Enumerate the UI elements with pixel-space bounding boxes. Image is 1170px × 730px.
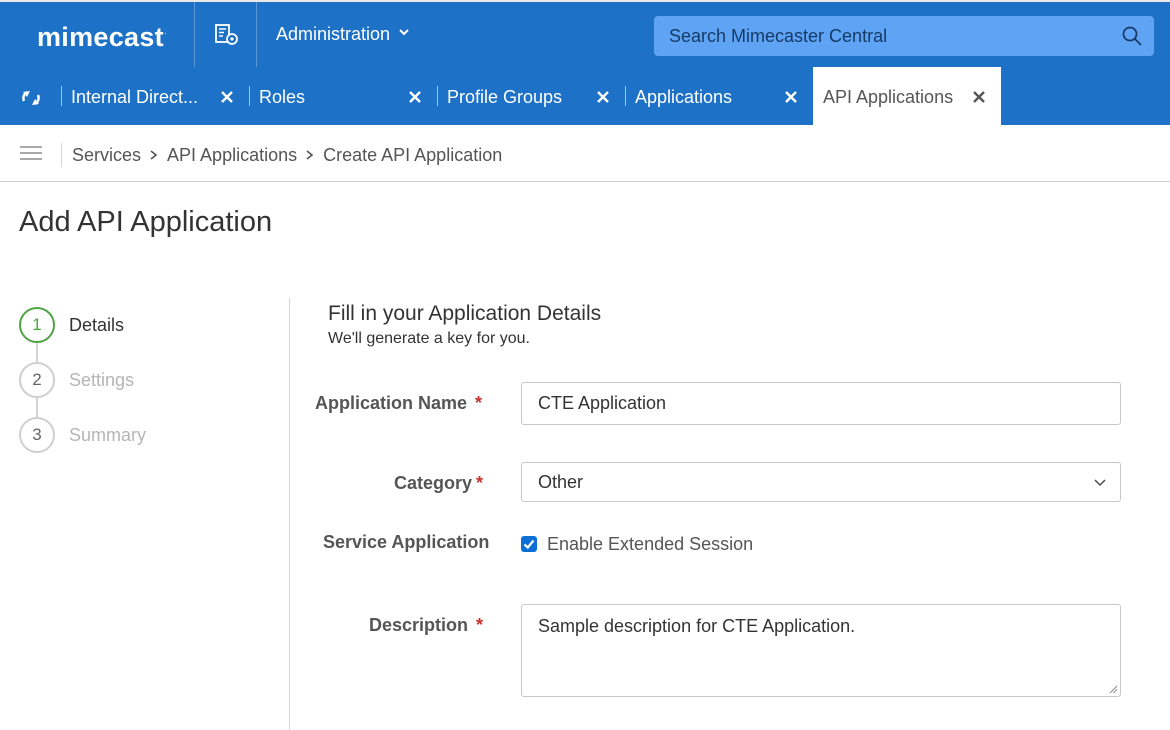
category-label: Category *	[394, 473, 483, 494]
close-icon[interactable]	[409, 91, 421, 103]
tab-label: Roles	[259, 87, 306, 107]
step-3-label: Summary	[69, 425, 147, 445]
application-name-input[interactable]: CTE Application	[521, 382, 1121, 425]
header-divider	[256, 2, 257, 67]
tab-applications[interactable]: Applications	[625, 67, 813, 125]
trademark-mark: ·	[163, 29, 167, 38]
step-1-label: Details	[69, 315, 125, 335]
description-textarea[interactable]: Sample description for CTE Application.	[521, 604, 1121, 697]
chevron-right-icon	[150, 150, 158, 160]
search-input[interactable]	[654, 16, 1114, 56]
chevron-right-icon	[306, 150, 314, 160]
tab-profile-groups[interactable]: Profile Groups	[437, 67, 625, 125]
tab-internal-directories[interactable]: Internal Direct...	[61, 67, 249, 125]
breadcrumb: Services API Applications Create API Appli…	[72, 145, 502, 166]
breadcrumb-create-api-application: Create API Application	[323, 145, 503, 165]
tab-bar: Internal Direct... Roles Profile Groups …	[0, 67, 1170, 125]
breadcrumb-divider	[61, 143, 62, 167]
chevron-down-icon	[399, 29, 409, 36]
extended-session-label[interactable]: Enable Extended Session	[547, 534, 753, 555]
breadcrumb-services[interactable]: Services	[72, 145, 141, 165]
mimecast-logo[interactable]: mimecast·	[37, 22, 167, 53]
administration-menu[interactable]: Administration	[276, 24, 409, 45]
service-application-label: Service Application	[323, 532, 490, 552]
category-select[interactable]: Other	[521, 462, 1121, 502]
menu-icon[interactable]	[20, 145, 42, 161]
close-icon[interactable]	[973, 91, 985, 103]
step-connector	[36, 343, 38, 363]
search-icon[interactable]	[1122, 26, 1142, 46]
tab-label: Applications	[635, 87, 733, 107]
chevron-down-icon	[1094, 479, 1106, 486]
description-label: Description *	[369, 615, 483, 636]
close-icon[interactable]	[597, 91, 609, 103]
step-3-circle: 3	[19, 417, 55, 453]
application-name-label: Application Name *	[315, 393, 482, 414]
step-2-circle: 2	[19, 362, 55, 398]
tab-label: Profile Groups	[447, 87, 563, 107]
form-subtitle: We'll generate a key for you.	[328, 330, 530, 347]
content-divider	[289, 298, 290, 730]
tab-separator	[437, 86, 438, 106]
tab-roles[interactable]: Roles	[249, 67, 437, 125]
category-label-text: Category	[394, 473, 473, 493]
tab-label: Internal Direct...	[71, 87, 199, 107]
close-icon[interactable]	[785, 91, 797, 103]
required-marker: *	[476, 473, 484, 493]
search-box	[654, 16, 1154, 56]
application-name-label-text: Application Name	[315, 393, 468, 413]
refresh-icon[interactable]	[20, 88, 42, 108]
page-title: Add API Application	[19, 206, 273, 238]
tab-label: API Applications	[823, 87, 954, 107]
tab-separator	[625, 86, 626, 106]
description-text: Sample description for CTE Application.	[538, 616, 856, 636]
breadcrumb-bar: Services API Applications Create API Appli…	[0, 125, 1170, 182]
required-marker: *	[475, 393, 483, 413]
step-2-label: Settings	[69, 370, 135, 390]
tab-separator	[61, 86, 62, 106]
required-marker: *	[476, 615, 484, 635]
checkmark-icon	[523, 539, 535, 550]
category-selected-value: Other	[538, 472, 584, 492]
tab-separator	[249, 86, 250, 106]
step-connector	[36, 398, 38, 418]
description-label-text: Description	[369, 615, 469, 635]
breadcrumb-api-applications[interactable]: API Applications	[167, 145, 297, 165]
close-icon[interactable]	[221, 91, 233, 103]
step-1-circle: 1	[19, 307, 55, 343]
resize-handle-icon[interactable]	[1108, 684, 1118, 694]
admin-settings-icon[interactable]	[215, 24, 239, 46]
logo-text: mimecast	[37, 22, 164, 52]
administration-menu-label: Administration	[276, 24, 391, 44]
tab-api-applications[interactable]: API Applications	[813, 67, 1001, 125]
header-divider	[194, 2, 195, 67]
form-title: Fill in your Application Details	[328, 302, 602, 325]
top-header: mimecast· Administration	[0, 0, 1170, 67]
extended-session-checkbox[interactable]	[521, 536, 537, 552]
